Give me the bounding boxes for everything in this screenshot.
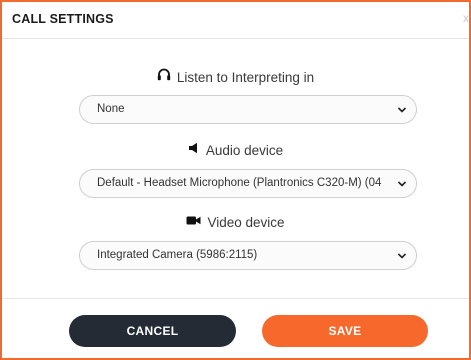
video-camera-icon	[186, 214, 201, 229]
audio-device-select[interactable]: Default - Headset Microphone (Plantronic…	[79, 169, 417, 198]
interpreting-select-value: None	[97, 103, 125, 115]
audio-device-label: Audio device	[2, 142, 469, 158]
close-icon[interactable]: x	[463, 11, 469, 25]
dialog-header: CALL SETTINGS x	[2, 2, 469, 39]
call-settings-dialog: CALL SETTINGS x Listen to Interpreting i…	[0, 0, 471, 360]
audio-device-label-text: Audio device	[205, 142, 284, 158]
video-device-label-text: Video device	[207, 214, 285, 230]
interpreting-select[interactable]: None	[79, 95, 417, 124]
headphones-icon	[157, 68, 171, 84]
interpreting-label-text: Listen to Interpreting in	[176, 69, 315, 85]
dialog-title: CALL SETTINGS	[12, 12, 114, 26]
chevron-down-icon	[397, 181, 407, 187]
save-button[interactable]: SAVE	[262, 315, 428, 347]
audio-device-select-value: Default - Headset Microphone (Plantronic…	[97, 177, 382, 189]
chevron-down-icon	[397, 253, 407, 259]
chevron-down-icon	[397, 107, 407, 113]
video-device-select[interactable]: Integrated Camera (5986:2115)	[79, 241, 417, 270]
speaker-icon	[188, 142, 200, 157]
video-device-select-value: Integrated Camera (5986:2115)	[97, 249, 258, 261]
video-device-label: Video device	[2, 214, 469, 230]
footer-divider	[2, 298, 469, 299]
cancel-button[interactable]: CANCEL	[69, 315, 236, 347]
interpreting-label: Listen to Interpreting in	[2, 69, 469, 85]
